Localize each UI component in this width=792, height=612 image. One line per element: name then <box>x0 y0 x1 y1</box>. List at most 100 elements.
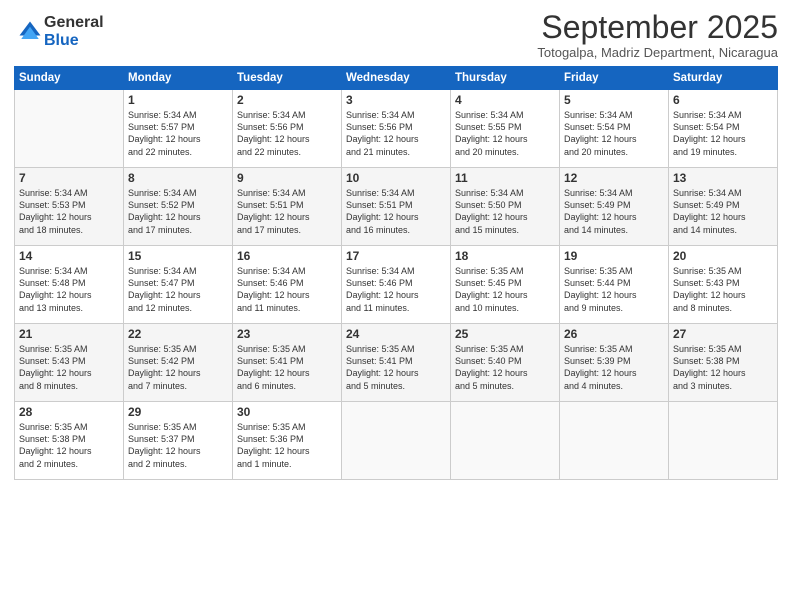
day-number: 4 <box>455 93 555 107</box>
calendar-cell: 19 Sunrise: 5:35 AM Sunset: 5:44 PM Dayli… <box>560 246 669 324</box>
calendar-table: SundayMondayTuesdayWednesdayThursdayFrid… <box>14 66 778 480</box>
day-info: Sunrise: 5:34 AM Sunset: 5:49 PM Dayligh… <box>564 187 664 236</box>
week-row-5: 28 Sunrise: 5:35 AM Sunset: 5:38 PM Dayli… <box>15 402 778 480</box>
header-row: SundayMondayTuesdayWednesdayThursdayFrid… <box>15 67 778 90</box>
day-info: Sunrise: 5:35 AM Sunset: 5:38 PM Dayligh… <box>19 421 119 470</box>
calendar-cell: 11 Sunrise: 5:34 AM Sunset: 5:50 PM Dayli… <box>451 168 560 246</box>
logo: General Blue <box>14 14 104 49</box>
calendar-cell <box>669 402 778 480</box>
day-info: Sunrise: 5:35 AM Sunset: 5:43 PM Dayligh… <box>673 265 773 314</box>
day-info: Sunrise: 5:34 AM Sunset: 5:47 PM Dayligh… <box>128 265 228 314</box>
calendar-cell: 17 Sunrise: 5:34 AM Sunset: 5:46 PM Dayli… <box>342 246 451 324</box>
calendar-cell: 3Sunrise: 5:34 AM Sunset: 5:56 PM Daylig… <box>342 90 451 168</box>
day-number: 6 <box>673 93 773 107</box>
calendar-cell: 12Sunrise: 5:34 AM Sunset: 5:49 PM Dayli… <box>560 168 669 246</box>
header-cell-sunday: Sunday <box>15 67 124 90</box>
day-info: Sunrise: 5:34 AM Sunset: 5:52 PM Dayligh… <box>128 187 228 236</box>
day-number: 23 <box>237 327 337 341</box>
day-number: 29 <box>128 405 228 419</box>
calendar-cell: 22 Sunrise: 5:35 AM Sunset: 5:42 PM Dayli… <box>124 324 233 402</box>
day-info: Sunrise: 5:34 AM Sunset: 5:55 PM Dayligh… <box>455 109 555 158</box>
calendar-cell: 20 Sunrise: 5:35 AM Sunset: 5:43 PM Dayli… <box>669 246 778 324</box>
logo-blue: Blue <box>44 32 104 50</box>
day-number: 5 <box>564 93 664 107</box>
calendar-cell: 13Sunrise: 5:34 AM Sunset: 5:49 PM Dayli… <box>669 168 778 246</box>
day-number: 21 <box>19 327 119 341</box>
day-info: Sunrise: 5:34 AM Sunset: 5:54 PM Dayligh… <box>564 109 664 158</box>
calendar-cell: 16Sunrise: 5:34 AM Sunset: 5:46 PM Dayli… <box>233 246 342 324</box>
day-number: 27 <box>673 327 773 341</box>
day-info: Sunrise: 5:35 AM Sunset: 5:41 PM Dayligh… <box>237 343 337 392</box>
header-cell-monday: Monday <box>124 67 233 90</box>
header-cell-friday: Friday <box>560 67 669 90</box>
day-info: Sunrise: 5:35 AM Sunset: 5:42 PM Dayligh… <box>128 343 228 392</box>
calendar-cell: 29 Sunrise: 5:35 AM Sunset: 5:37 PM Dayli… <box>124 402 233 480</box>
day-number: 13 <box>673 171 773 185</box>
calendar-cell <box>342 402 451 480</box>
calendar-cell <box>560 402 669 480</box>
day-number: 16 <box>237 249 337 263</box>
day-info: Sunrise: 5:34 AM Sunset: 5:51 PM Dayligh… <box>346 187 446 236</box>
logo-text: General Blue <box>44 14 104 49</box>
day-number: 22 <box>128 327 228 341</box>
day-number: 9 <box>237 171 337 185</box>
month-title: September 2025 <box>537 10 778 45</box>
day-info: Sunrise: 5:34 AM Sunset: 5:56 PM Dayligh… <box>237 109 337 158</box>
calendar-cell: 15Sunrise: 5:34 AM Sunset: 5:47 PM Dayli… <box>124 246 233 324</box>
day-info: Sunrise: 5:34 AM Sunset: 5:46 PM Dayligh… <box>346 265 446 314</box>
day-number: 30 <box>237 405 337 419</box>
day-info: Sunrise: 5:34 AM Sunset: 5:48 PM Dayligh… <box>19 265 119 314</box>
day-info: Sunrise: 5:35 AM Sunset: 5:44 PM Dayligh… <box>564 265 664 314</box>
day-info: Sunrise: 5:35 AM Sunset: 5:40 PM Dayligh… <box>455 343 555 392</box>
header-cell-thursday: Thursday <box>451 67 560 90</box>
calendar-cell: 7Sunrise: 5:34 AM Sunset: 5:53 PM Daylig… <box>15 168 124 246</box>
day-number: 11 <box>455 171 555 185</box>
calendar-cell: 18Sunrise: 5:35 AM Sunset: 5:45 PM Dayli… <box>451 246 560 324</box>
calendar-cell: 24 Sunrise: 5:35 AM Sunset: 5:41 PM Dayli… <box>342 324 451 402</box>
week-row-1: 1Sunrise: 5:34 AM Sunset: 5:57 PM Daylig… <box>15 90 778 168</box>
calendar-cell: 10 Sunrise: 5:34 AM Sunset: 5:51 PM Dayli… <box>342 168 451 246</box>
title-block: September 2025 Totogalpa, Madriz Departm… <box>537 10 778 60</box>
day-number: 2 <box>237 93 337 107</box>
calendar-cell: 30Sunrise: 5:35 AM Sunset: 5:36 PM Dayli… <box>233 402 342 480</box>
day-number: 19 <box>564 249 664 263</box>
calendar-cell: 25 Sunrise: 5:35 AM Sunset: 5:40 PM Dayli… <box>451 324 560 402</box>
day-info: Sunrise: 5:34 AM Sunset: 5:54 PM Dayligh… <box>673 109 773 158</box>
day-number: 17 <box>346 249 446 263</box>
logo-general: General <box>44 14 104 32</box>
day-number: 24 <box>346 327 446 341</box>
day-number: 1 <box>128 93 228 107</box>
day-info: Sunrise: 5:35 AM Sunset: 5:43 PM Dayligh… <box>19 343 119 392</box>
day-info: Sunrise: 5:34 AM Sunset: 5:50 PM Dayligh… <box>455 187 555 236</box>
week-row-2: 7Sunrise: 5:34 AM Sunset: 5:53 PM Daylig… <box>15 168 778 246</box>
calendar-cell: 8 Sunrise: 5:34 AM Sunset: 5:52 PM Daylig… <box>124 168 233 246</box>
calendar-cell: 28 Sunrise: 5:35 AM Sunset: 5:38 PM Dayli… <box>15 402 124 480</box>
calendar-cell: 21 Sunrise: 5:35 AM Sunset: 5:43 PM Dayli… <box>15 324 124 402</box>
day-number: 10 <box>346 171 446 185</box>
day-number: 18 <box>455 249 555 263</box>
calendar-cell: 5 Sunrise: 5:34 AM Sunset: 5:54 PM Daylig… <box>560 90 669 168</box>
day-number: 26 <box>564 327 664 341</box>
day-info: Sunrise: 5:35 AM Sunset: 5:37 PM Dayligh… <box>128 421 228 470</box>
week-row-3: 14Sunrise: 5:34 AM Sunset: 5:48 PM Dayli… <box>15 246 778 324</box>
day-number: 28 <box>19 405 119 419</box>
location-subtitle: Totogalpa, Madriz Department, Nicaragua <box>537 45 778 60</box>
day-number: 8 <box>128 171 228 185</box>
week-row-4: 21 Sunrise: 5:35 AM Sunset: 5:43 PM Dayli… <box>15 324 778 402</box>
calendar-cell <box>15 90 124 168</box>
logo-icon <box>16 18 44 46</box>
day-number: 25 <box>455 327 555 341</box>
day-info: Sunrise: 5:35 AM Sunset: 5:39 PM Dayligh… <box>564 343 664 392</box>
calendar-body: 1Sunrise: 5:34 AM Sunset: 5:57 PM Daylig… <box>15 90 778 480</box>
calendar-cell: 14Sunrise: 5:34 AM Sunset: 5:48 PM Dayli… <box>15 246 124 324</box>
calendar-page: General Blue September 2025 Totogalpa, M… <box>0 0 792 612</box>
calendar-cell: 27Sunrise: 5:35 AM Sunset: 5:38 PM Dayli… <box>669 324 778 402</box>
calendar-cell: 1Sunrise: 5:34 AM Sunset: 5:57 PM Daylig… <box>124 90 233 168</box>
day-number: 20 <box>673 249 773 263</box>
day-info: Sunrise: 5:35 AM Sunset: 5:41 PM Dayligh… <box>346 343 446 392</box>
calendar-cell: 4 Sunrise: 5:34 AM Sunset: 5:55 PM Daylig… <box>451 90 560 168</box>
calendar-cell: 23 Sunrise: 5:35 AM Sunset: 5:41 PM Dayli… <box>233 324 342 402</box>
calendar-cell: 6 Sunrise: 5:34 AM Sunset: 5:54 PM Daylig… <box>669 90 778 168</box>
calendar-cell: 2 Sunrise: 5:34 AM Sunset: 5:56 PM Daylig… <box>233 90 342 168</box>
day-info: Sunrise: 5:34 AM Sunset: 5:53 PM Dayligh… <box>19 187 119 236</box>
